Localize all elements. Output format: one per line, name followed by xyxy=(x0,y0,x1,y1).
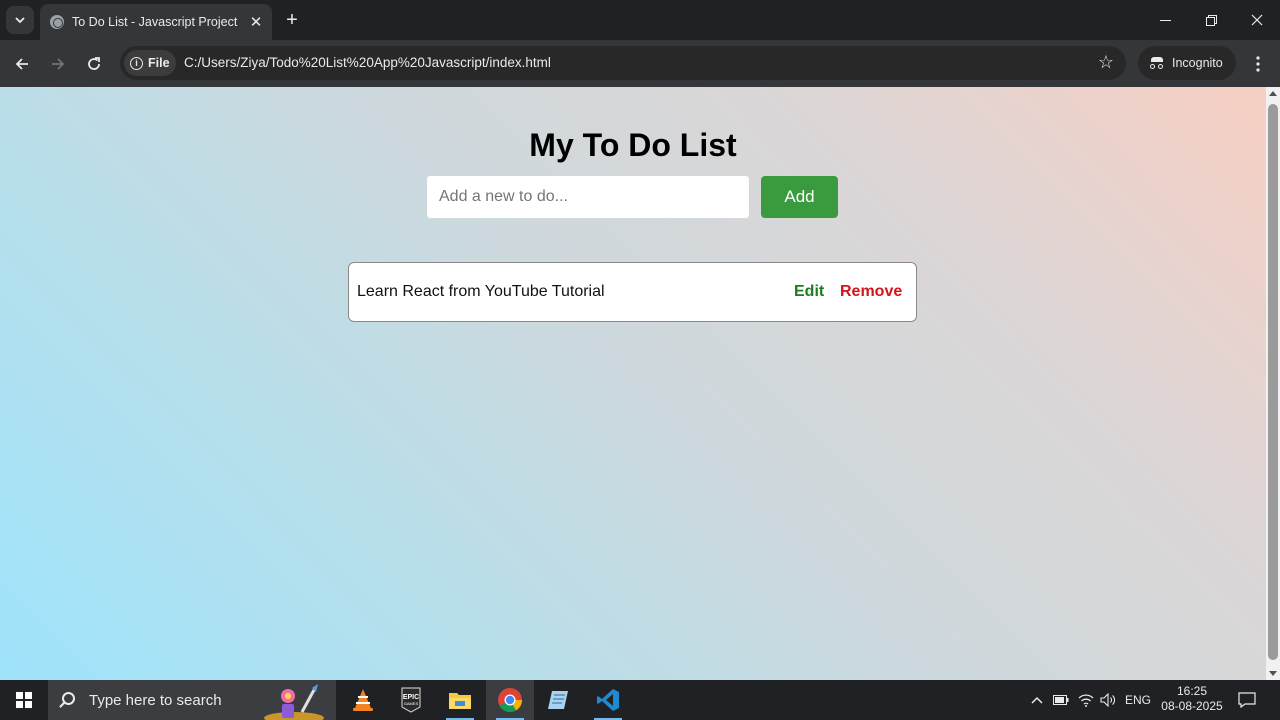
taskbar-search-box[interactable]: Type here to search xyxy=(48,680,336,720)
volume-control[interactable] xyxy=(1097,680,1119,720)
incognito-icon xyxy=(1150,57,1164,69)
network-status[interactable] xyxy=(1075,680,1097,720)
vscode-icon xyxy=(597,689,619,711)
todo-item: Learn React from YouTube Tutorial Edit R… xyxy=(348,262,917,322)
minimize-button[interactable] xyxy=(1142,0,1188,40)
start-button[interactable] xyxy=(0,680,48,720)
scrollbar-thumb[interactable] xyxy=(1268,104,1278,660)
todo-text: Learn React from YouTube Tutorial xyxy=(357,283,605,300)
close-window-button[interactable] xyxy=(1234,0,1280,40)
minimize-icon xyxy=(1159,19,1171,21)
incognito-label: Incognito xyxy=(1172,56,1223,70)
more-vertical-icon xyxy=(1256,56,1260,72)
page-title: My To Do List xyxy=(529,127,737,163)
arrow-left-icon xyxy=(15,58,28,70)
notepad-icon xyxy=(548,691,568,709)
globe-icon xyxy=(50,15,64,29)
windows-logo-icon xyxy=(16,692,32,708)
search-highlight-art-icon xyxy=(264,684,324,720)
browser-tab[interactable]: To Do List - Javascript Project ✕ xyxy=(40,4,272,40)
search-icon xyxy=(62,692,75,705)
svg-text:EPIC: EPIC xyxy=(403,694,419,701)
back-button[interactable] xyxy=(8,50,36,78)
taskbar-vscode[interactable] xyxy=(584,680,632,720)
input-language[interactable]: ENG xyxy=(1122,680,1154,720)
reload-button[interactable] xyxy=(80,50,108,78)
tab-title: To Do List - Javascript Project xyxy=(72,15,238,29)
notification-icon xyxy=(1238,692,1256,708)
clock-time: 16:25 xyxy=(1176,684,1208,698)
taskbar-file-explorer[interactable] xyxy=(436,680,484,720)
info-icon: i xyxy=(130,56,143,70)
page-scrollbar[interactable] xyxy=(1266,87,1280,680)
remove-todo-button[interactable]: Remove xyxy=(840,283,902,301)
taskbar-epic-games[interactable]: EPIC GAMES xyxy=(387,680,435,720)
new-todo-input[interactable] xyxy=(427,176,749,218)
scroll-down-arrow-icon[interactable] xyxy=(1269,671,1277,676)
close-icon xyxy=(1251,14,1263,26)
restore-button[interactable] xyxy=(1188,0,1234,40)
forward-button[interactable] xyxy=(44,50,72,78)
battery-icon xyxy=(1053,695,1069,705)
browser-toolbar: i File C:/Users/Ziya/Todo%20List%20App%2… xyxy=(0,40,1280,87)
notifications-button[interactable] xyxy=(1234,680,1260,720)
add-todo-button[interactable]: Add xyxy=(761,176,838,218)
arrow-right-icon xyxy=(52,58,65,70)
taskbar-vlc[interactable] xyxy=(339,680,387,720)
scroll-up-arrow-icon[interactable] xyxy=(1269,91,1277,96)
bookmark-star-icon[interactable]: ☆ xyxy=(1098,52,1114,73)
show-hidden-icons-button[interactable] xyxy=(1026,680,1048,720)
url-text[interactable]: C:/Users/Ziya/Todo%20List%20App%20Javasc… xyxy=(184,55,551,70)
taskbar-search-placeholder: Type here to search xyxy=(89,691,222,709)
epic-games-icon: EPIC GAMES xyxy=(401,687,421,713)
tab-search-button[interactable] xyxy=(6,6,34,34)
chrome-icon xyxy=(498,688,522,713)
windows-taskbar: Type here to search EPIC GAMES ENG 16:25… xyxy=(0,680,1280,720)
todo-list: Learn React from YouTube Tutorial Edit R… xyxy=(348,262,917,322)
incognito-profile-button[interactable]: Incognito xyxy=(1138,46,1236,80)
speaker-icon xyxy=(1100,693,1115,707)
site-chip-label: File xyxy=(148,56,170,70)
restore-icon xyxy=(1205,14,1217,26)
battery-status[interactable] xyxy=(1050,680,1072,720)
clock-date: 08-08-2025 xyxy=(1161,699,1223,713)
edit-todo-button[interactable]: Edit xyxy=(794,283,824,301)
address-bar[interactable]: i File C:/Users/Ziya/Todo%20List%20App%2… xyxy=(120,46,1126,80)
vlc-icon xyxy=(353,689,373,711)
taskbar-clock[interactable]: 16:25 08-08-2025 xyxy=(1152,684,1232,714)
new-tab-button[interactable]: + xyxy=(280,8,304,32)
reload-icon xyxy=(88,57,100,70)
browser-tab-bar: To Do List - Javascript Project ✕ + xyxy=(0,0,1280,40)
svg-text:GAMES: GAMES xyxy=(404,701,419,706)
site-info-chip[interactable]: i File xyxy=(124,50,176,76)
taskbar-notepad[interactable] xyxy=(534,680,582,720)
chevron-up-icon xyxy=(1031,696,1043,704)
browser-menu-button[interactable] xyxy=(1246,50,1270,78)
file-explorer-icon xyxy=(449,693,471,709)
wifi-icon xyxy=(1078,694,1094,707)
taskbar-chrome[interactable] xyxy=(486,680,534,720)
close-tab-icon[interactable]: ✕ xyxy=(246,12,266,32)
chevron-down-icon xyxy=(15,17,25,24)
page-viewport: My To Do List Add Learn React from YouTu… xyxy=(0,87,1266,680)
